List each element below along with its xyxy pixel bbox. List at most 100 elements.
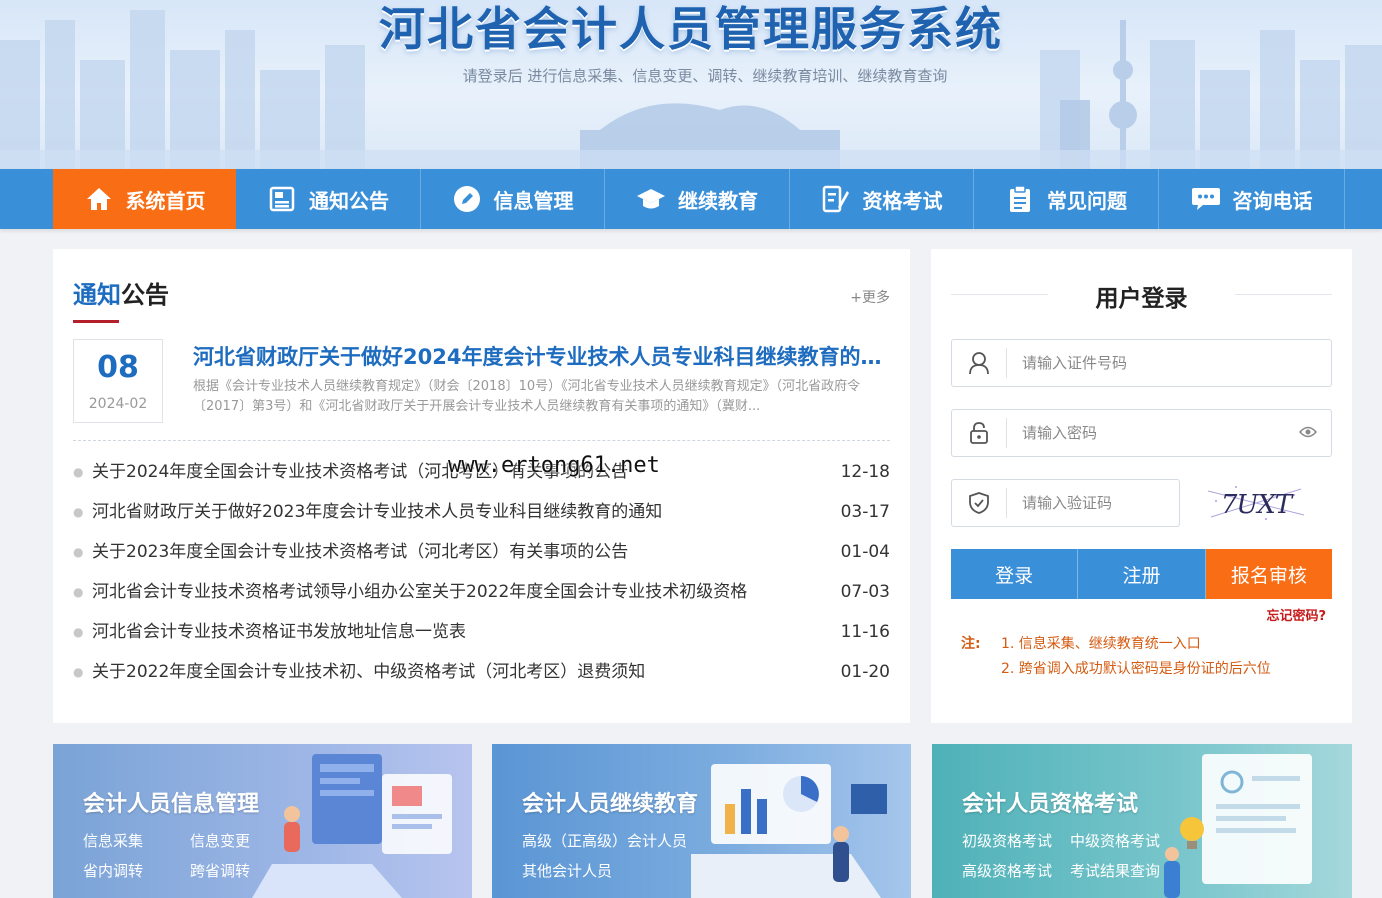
list-item[interactable]: ● 河北省会计专业技术资格证书发放地址信息一览表 11-16 xyxy=(73,612,890,652)
login-button[interactable]: 登录 xyxy=(951,549,1079,599)
notice-date: 07-03 xyxy=(840,582,890,602)
main-nav: 系统首页 通知公告 信息管理 继续教育 资格考试 常见问题 咨询电话 xyxy=(0,169,1382,229)
laptop-chart-illustration xyxy=(691,764,887,898)
nav-item-label: 系统首页 xyxy=(125,188,206,213)
card-title: 会计人员信息管理 xyxy=(83,792,260,817)
eye-icon[interactable] xyxy=(1298,424,1318,443)
card-link[interactable]: 信息采集 xyxy=(83,830,143,851)
featured-yearmonth: 2024-02 xyxy=(88,396,148,412)
notice-panel: 通知公告 +更多 08 2024-02 河北省财政厅关于做好2024年度会计专业… xyxy=(53,249,910,723)
card-link[interactable]: 跨省调转 xyxy=(190,860,250,881)
nav-item-label: 继续教育 xyxy=(678,188,758,213)
nav-item-continuing-education[interactable]: 继续教育 xyxy=(605,169,790,229)
notice-date: 03-17 xyxy=(840,502,890,522)
heading-underline xyxy=(73,320,119,323)
notice-title: 关于2023年度全国会计专业技术资格考试（河北考区）有关事项的公告 xyxy=(92,542,629,562)
registration-review-button[interactable]: 报名审核 xyxy=(1205,549,1332,599)
nav-item-label: 咨询电话 xyxy=(1232,188,1313,213)
computer-illustration xyxy=(252,754,452,898)
nav-item-home[interactable]: 系统首页 xyxy=(53,169,236,229)
card-link[interactable]: 信息变更 xyxy=(190,830,250,851)
nav-item-label: 通知公告 xyxy=(309,188,389,213)
card-qualification-exam[interactable]: 会计人员资格考试 初级资格考试 中级资格考试 高级资格考试 考试结果查询 xyxy=(932,744,1352,898)
more-link[interactable]: +更多 xyxy=(850,287,890,307)
document-bulb-illustration xyxy=(1164,754,1312,898)
bullet-icon: ● xyxy=(73,545,84,559)
notice-date: 01-04 xyxy=(840,542,890,562)
title-line-right xyxy=(1235,294,1332,295)
card-title: 会计人员继续教育 xyxy=(522,792,699,817)
news-icon xyxy=(267,184,297,214)
chat-icon xyxy=(1191,184,1221,214)
card-link[interactable]: 初级资格考试 xyxy=(962,830,1052,851)
card-link[interactable]: 其他会计人员 xyxy=(522,860,612,881)
watermark: www.ertong61.net xyxy=(448,453,660,478)
list-item[interactable]: ● 河北省财政厅关于做好2023年度会计专业技术人员专业科目继续教育的通知 03-1… xyxy=(73,492,890,532)
card-title: 会计人员资格考试 xyxy=(962,792,1139,817)
user-icon xyxy=(952,348,1007,378)
list-item[interactable]: ● 河北省会计专业技术资格考试领导小组办公室关于2022年度全国会计专业技术初级资… xyxy=(73,572,890,612)
header-banner: 河北省会计人员管理服务系统 请登录后 进行信息采集、信息变更、调转、继续教育培训… xyxy=(0,0,1382,169)
notice-title: 河北省会计专业技术资格证书发放地址信息一览表 xyxy=(92,622,466,642)
notice-title: 河北省财政厅关于做好2023年度会计专业技术人员专业科目继续教育的通知 xyxy=(92,502,663,522)
nav-item-label: 常见问题 xyxy=(1047,188,1127,213)
captcha-input[interactable] xyxy=(1022,494,1162,512)
captcha-field xyxy=(951,479,1180,527)
nav-item-faq[interactable]: 常见问题 xyxy=(974,169,1159,229)
nav-item-label: 信息管理 xyxy=(493,188,574,213)
note-line: 2. 跨省调入成功默认密码是身份证的后六位 xyxy=(1001,661,1271,677)
card-link[interactable]: 中级资格考试 xyxy=(1070,830,1160,851)
shield-icon xyxy=(952,488,1007,518)
card-link[interactable]: 高级资格考试 xyxy=(962,860,1052,881)
notice-date: 12-18 xyxy=(840,462,890,482)
nav-item-consult-phone[interactable]: 咨询电话 xyxy=(1159,169,1345,229)
card-info-management[interactable]: 会计人员信息管理 信息采集 信息变更 省内调转 跨省调转 xyxy=(53,744,472,898)
site-subtitle: 请登录后 进行信息采集、信息变更、调转、继续教育培训、继续教育查询 xyxy=(462,67,948,85)
featured-notice-description: 根据《会计专业技术人员继续教育规定》（财会〔2018〕10号）《河北省专业技术人… xyxy=(193,379,861,414)
graduation-cap-icon xyxy=(636,184,666,214)
card-link[interactable]: 省内调转 xyxy=(83,860,143,881)
captcha-image[interactable]: 7UXT xyxy=(1206,481,1306,525)
notice-title: 关于2022年度全国会计专业技术初、中级资格考试（河北考区）退费须知 xyxy=(92,662,646,682)
featured-date-box: 08 2024-02 xyxy=(73,339,163,423)
notice-heading-blue: 通知 xyxy=(73,281,121,309)
featured-day: 08 xyxy=(97,350,139,385)
bullet-icon: ● xyxy=(73,625,84,639)
password-input[interactable] xyxy=(1022,424,1282,442)
divider xyxy=(73,440,890,441)
list-item[interactable]: ● 关于2023年度全国会计专业技术资格考试（河北考区）有关事项的公告 01-04 xyxy=(73,532,890,572)
bullet-icon: ● xyxy=(73,665,84,679)
notice-date: 01-20 xyxy=(840,662,890,682)
notice-title: 河北省会计专业技术资格考试领导小组办公室关于2022年度全国会计专业技术初级资格 xyxy=(92,582,748,602)
list-item[interactable]: ● 关于2022年度全国会计专业技术初、中级资格考试（河北考区）退费须知 01-20 xyxy=(73,652,890,692)
nav-item-info-management[interactable]: 信息管理 xyxy=(421,169,605,229)
clipboard-icon xyxy=(1005,184,1035,214)
notice-heading: 通知公告 xyxy=(73,275,169,310)
id-number-field xyxy=(951,339,1332,387)
forgot-password-link[interactable]: 忘记密码? xyxy=(1266,605,1326,624)
note-line: 1. 信息采集、继续教育统一入口 xyxy=(1001,636,1201,652)
id-number-input[interactable] xyxy=(1022,354,1282,372)
login-buttons: 登录 注册 报名审核 xyxy=(951,549,1332,599)
notice-heading-black: 公告 xyxy=(121,281,169,309)
site-title: 河北省会计人员管理服务系统 xyxy=(379,2,1003,56)
bullet-icon: ● xyxy=(73,465,84,479)
password-field xyxy=(951,409,1332,457)
nav-item-label: 资格考试 xyxy=(862,188,943,213)
card-link[interactable]: 考试结果查询 xyxy=(1070,860,1160,881)
nav-item-notices[interactable]: 通知公告 xyxy=(236,169,421,229)
lock-icon xyxy=(952,418,1007,448)
edit-icon xyxy=(452,184,482,214)
home-icon xyxy=(84,184,114,214)
note-label: 注: xyxy=(961,636,981,652)
bullet-icon: ● xyxy=(73,505,84,519)
nav-item-qualification-exam[interactable]: 资格考试 xyxy=(790,169,974,229)
login-panel: 用户登录 7UXT 登录 注册 报名审核 忘记密码? 注: 1. xyxy=(931,249,1352,723)
card-link[interactable]: 高级（正高级）会计人员 xyxy=(522,830,687,851)
bullet-icon: ● xyxy=(73,585,84,599)
card-continuing-education[interactable]: 会计人员继续教育 高级（正高级）会计人员 其他会计人员 xyxy=(492,744,911,898)
exam-icon xyxy=(821,184,851,214)
login-title: 用户登录 xyxy=(1095,286,1188,312)
featured-notice-title[interactable]: 河北省财政厅关于做好2024年度会计专业技术人员专业科目继续教育的通知 xyxy=(193,341,887,371)
register-button[interactable]: 注册 xyxy=(1078,549,1206,599)
